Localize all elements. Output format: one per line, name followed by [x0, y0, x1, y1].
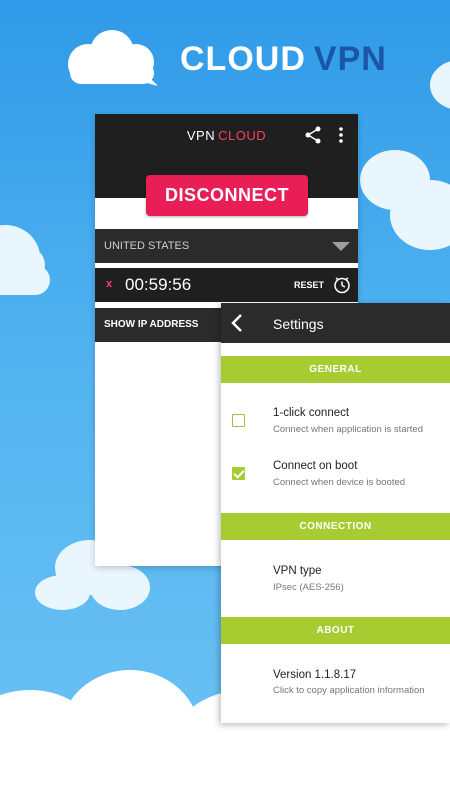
setting-title: Connect on boot [273, 460, 358, 472]
clock-icon[interactable] [333, 276, 351, 294]
setting-title: VPN type [273, 565, 322, 577]
section-header-about: ABOUT [221, 617, 450, 644]
one-click-connect-checkbox[interactable] [232, 414, 245, 427]
session-timer-row: x 00:59:56 RESET [95, 268, 358, 302]
headline-accent-word: VPN [313, 40, 387, 78]
app-title-accent: CLOUD [218, 128, 267, 143]
settings-screen: Settings GENERAL 1-click connect Connect… [221, 303, 450, 723]
setting-title: Version 1.1.8.17 [273, 669, 357, 681]
back-arrow-icon[interactable] [230, 313, 244, 333]
show-ip-label: SHOW IP ADDRESS [104, 319, 199, 330]
setting-subtitle: Connect when device is booted [273, 477, 406, 488]
timer-stop-icon[interactable]: x [106, 278, 112, 290]
dropdown-arrow-icon [332, 242, 350, 251]
cloud-chat-icon [68, 30, 158, 86]
section-header-connection: CONNECTION [221, 513, 450, 540]
overflow-menu-icon[interactable] [338, 126, 344, 144]
app-title-main: VPN [186, 128, 216, 143]
section-header-general: GENERAL [221, 356, 450, 383]
settings-title: Settings [273, 316, 324, 332]
country-selector[interactable]: UNITED STATES [95, 229, 358, 263]
headline-brand-word: CLOUD [180, 40, 306, 78]
app-headline: CLOUD VPN [180, 40, 387, 79]
setting-subtitle: Connect when application is started [273, 424, 423, 435]
setting-subtitle: Click to copy application information [273, 685, 425, 696]
timer-value: 00:59:56 [125, 275, 192, 294]
connect-on-boot-checkbox[interactable] [232, 467, 245, 480]
setting-subtitle: IPsec (AES-256) [273, 582, 344, 593]
share-icon[interactable] [304, 126, 322, 144]
country-label: UNITED STATES [104, 240, 190, 252]
settings-toolbar: Settings [221, 303, 450, 343]
setting-title: 1-click connect [273, 407, 350, 419]
reset-button[interactable]: RESET [294, 280, 324, 290]
disconnect-button[interactable]: DISCONNECT [146, 175, 308, 216]
